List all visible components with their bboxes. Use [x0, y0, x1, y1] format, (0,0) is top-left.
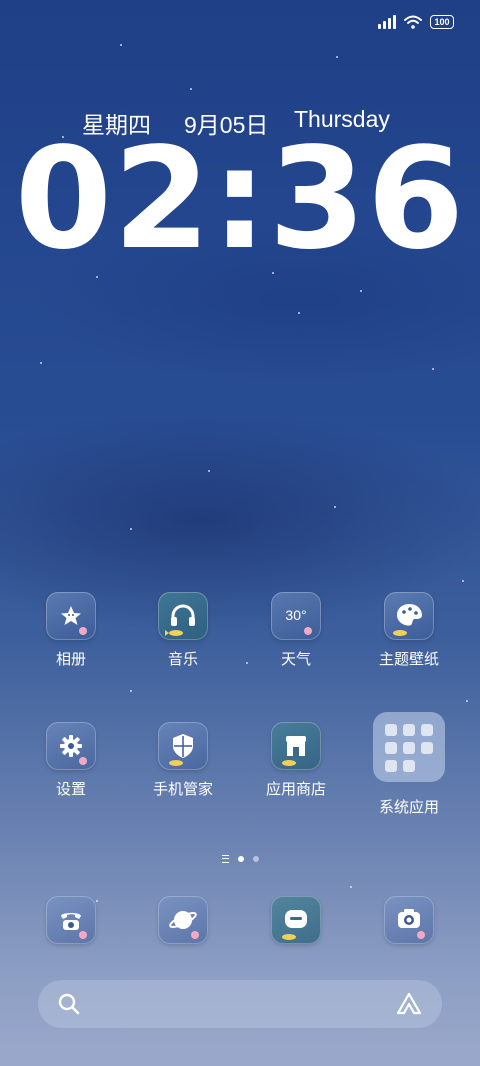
assistant-icon[interactable]: [394, 991, 424, 1017]
search-bar[interactable]: [38, 980, 442, 1028]
app-gallery[interactable]: 相册: [16, 592, 126, 669]
app-store[interactable]: 应用商店: [241, 722, 351, 799]
message-icon: [271, 896, 321, 944]
app-label: 系统应用: [378, 799, 439, 816]
page-dot[interactable]: [252, 856, 259, 862]
app-label: 主题壁纸: [378, 651, 439, 668]
shield-icon: [158, 722, 208, 770]
dock-camera[interactable]: [354, 896, 464, 944]
store-icon: [271, 722, 321, 770]
app-phone-manager[interactable]: 手机管家: [128, 722, 238, 799]
camera-icon: [384, 896, 434, 944]
app-music[interactable]: 音乐: [128, 592, 238, 669]
dock-messages[interactable]: [241, 896, 351, 944]
status-bar: 100: [378, 12, 454, 32]
star-icon: [46, 592, 96, 640]
search-icon[interactable]: [56, 991, 82, 1017]
gear-icon: [46, 722, 96, 770]
app-label: 手机管家: [152, 781, 213, 798]
app-label: 应用商店: [265, 781, 326, 798]
app-label: 天气: [280, 651, 311, 668]
app-label: 设置: [55, 781, 86, 798]
app-settings[interactable]: 设置: [16, 722, 126, 799]
app-label: 相册: [55, 651, 86, 668]
palette-icon: [384, 592, 434, 640]
browser-icon: [158, 896, 208, 944]
app-system-folder[interactable]: 系统应用: [354, 740, 464, 817]
page-dot-active[interactable]: [237, 856, 244, 862]
weather-icon: 30°: [271, 592, 321, 640]
dock-phone[interactable]: [16, 896, 126, 944]
app-label: 音乐: [167, 651, 198, 668]
wifi-icon: [404, 15, 422, 29]
battery-icon: 100: [430, 15, 454, 29]
app-drawer-indicator[interactable]: [221, 855, 229, 863]
phone-icon: [46, 896, 96, 944]
page-indicator[interactable]: [0, 855, 480, 863]
dock-browser[interactable]: [128, 896, 238, 944]
clock-time[interactable]: 02:36: [0, 130, 480, 270]
app-themes[interactable]: 主题壁纸: [354, 592, 464, 669]
signal-icon: [378, 15, 396, 29]
headphones-icon: [158, 592, 208, 640]
app-weather[interactable]: 30° 天气: [241, 592, 351, 669]
